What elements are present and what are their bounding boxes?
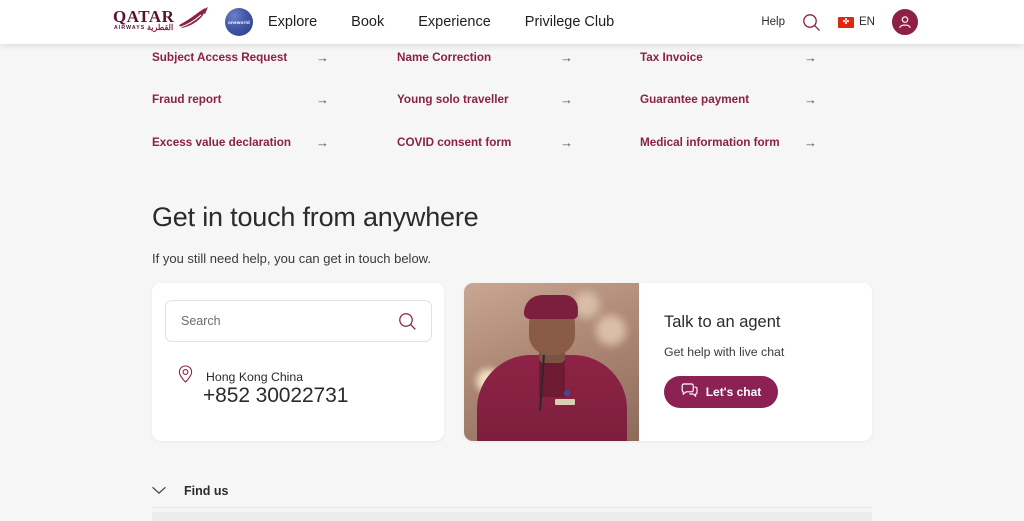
nav-item-explore[interactable]: Explore xyxy=(268,14,317,30)
nav-item-experience[interactable]: Experience xyxy=(418,14,491,30)
arrow-right-icon: → xyxy=(804,92,817,108)
search-icon[interactable] xyxy=(802,13,821,32)
chat-bubble-icon xyxy=(681,383,698,401)
search-icon[interactable] xyxy=(398,312,417,336)
link-excess-value-declaration[interactable]: Excess value declaration → xyxy=(152,121,397,164)
arrow-right-icon: → xyxy=(316,92,329,108)
main-navigation: Explore Book Experience Privilege Club xyxy=(268,0,614,44)
lets-chat-button[interactable]: Let's chat xyxy=(664,376,778,408)
link-label: Fraud report xyxy=(152,93,222,107)
find-us-accordion[interactable]: Find us xyxy=(152,474,872,508)
arrow-right-icon: → xyxy=(316,49,329,65)
language-selector[interactable]: ✤ EN xyxy=(838,16,875,28)
link-label: Name Correction xyxy=(397,50,492,64)
agent-card-subtitle: Get help with live chat xyxy=(664,345,785,359)
page-bottom-strip xyxy=(152,512,872,521)
qatar-airways-logo[interactable]: QATAR AIRWAYS القطرية xyxy=(113,5,213,39)
page-root: QATAR AIRWAYS القطرية oneworld Explore B… xyxy=(0,0,1024,521)
find-us-label: Find us xyxy=(184,483,229,498)
agent-card-title: Talk to an agent xyxy=(664,313,781,331)
link-covid-consent-form[interactable]: COVID consent form → xyxy=(397,121,640,164)
hong-kong-flag-icon: ✤ xyxy=(838,16,855,28)
site-header: QATAR AIRWAYS القطرية oneworld Explore B… xyxy=(0,0,1024,44)
arrow-right-icon: → xyxy=(560,134,573,150)
page-subtitle: If you still need help, you can get in t… xyxy=(152,251,431,266)
link-label: Excess value declaration xyxy=(152,135,292,149)
location-pin-icon xyxy=(178,365,193,388)
country-search-box[interactable] xyxy=(165,300,432,342)
logo-subtext: AIRWAYS xyxy=(114,25,146,31)
search-input[interactable] xyxy=(181,314,381,328)
link-medical-information-form[interactable]: Medical information form → xyxy=(640,121,832,164)
link-fraud-report[interactable]: Fraud report → xyxy=(152,79,397,122)
link-row: Excess value declaration → COVID consent… xyxy=(152,121,832,164)
link-label: Subject Access Request xyxy=(152,50,288,64)
arrow-right-icon: → xyxy=(560,92,573,108)
header-actions: Help ✤ EN xyxy=(761,0,918,44)
arrow-right-icon: → xyxy=(560,49,573,65)
flag-glyph: ✤ xyxy=(842,17,850,26)
cabin-crew-photo xyxy=(464,283,639,441)
talk-to-agent-card: Talk to an agent Get help with live chat… xyxy=(464,283,872,441)
link-label: Young solo traveller xyxy=(397,93,509,107)
oneworld-label: oneworld xyxy=(227,19,251,25)
page-title: Get in touch from anywhere xyxy=(152,202,479,232)
phone-number[interactable]: +852 30022731 xyxy=(203,384,348,408)
logo-arabic-text: القطرية xyxy=(147,23,174,32)
link-label: Guarantee payment xyxy=(640,93,750,107)
link-guarantee-payment[interactable]: Guarantee payment → xyxy=(640,79,832,122)
link-young-solo-traveller[interactable]: Young solo traveller → xyxy=(397,79,640,122)
link-label: COVID consent form xyxy=(397,135,512,149)
help-link[interactable]: Help xyxy=(761,16,785,28)
contact-card: Hong Kong China +852 30022731 xyxy=(152,283,444,441)
chevron-down-icon[interactable] xyxy=(152,486,182,495)
help-topic-links: Subject Access Request → Name Correction… xyxy=(152,36,832,164)
nav-item-book[interactable]: Book xyxy=(351,14,384,30)
arrow-right-icon: → xyxy=(316,134,329,150)
oneworld-logo[interactable]: oneworld xyxy=(225,8,253,36)
link-label: Tax Invoice xyxy=(640,50,703,64)
link-row: Fraud report → Young solo traveller → Gu… xyxy=(152,79,832,122)
user-avatar-icon[interactable] xyxy=(892,9,918,35)
oryx-icon xyxy=(179,7,208,28)
nav-item-privilege-club[interactable]: Privilege Club xyxy=(525,14,614,30)
arrow-right-icon: → xyxy=(804,49,817,65)
arrow-right-icon: → xyxy=(804,134,817,150)
link-label: Medical information form xyxy=(640,135,780,149)
language-code: EN xyxy=(859,16,875,28)
location-name: Hong Kong China xyxy=(206,369,304,384)
lets-chat-label: Let's chat xyxy=(705,385,762,399)
agent-card-content: Talk to an agent Get help with live chat… xyxy=(639,283,872,441)
